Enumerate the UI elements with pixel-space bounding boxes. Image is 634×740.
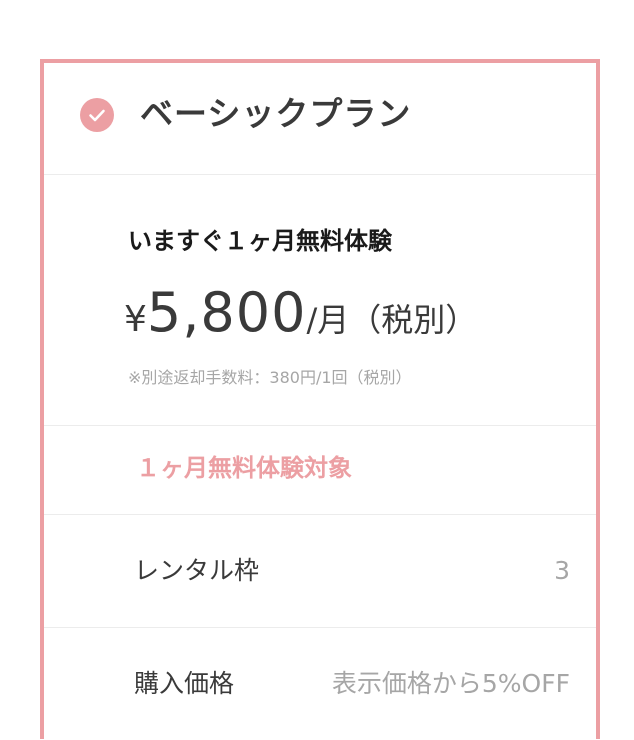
check-circle-icon [80, 98, 114, 132]
spec-row-rental-slots: レンタル枠 3 [44, 515, 596, 628]
price-unit: /月（税別） [306, 301, 478, 339]
spec-value: 3 [554, 556, 570, 585]
currency-symbol: ¥ [124, 299, 147, 340]
price-line: ¥5,800/月（税別） [124, 280, 477, 359]
plan-card[interactable]: ベーシックプラン いますぐ１ヶ月無料体験 ¥5,800/月（税別） ※別途返却手… [40, 59, 600, 739]
price-amount: 5,800 [146, 281, 307, 344]
fee-note: ※別途返却手数料：380円/1回（税別） [128, 368, 412, 387]
trial-label: １ヶ月無料体験対象 [136, 454, 352, 482]
promo-title: いますぐ１ヶ月無料体験 [128, 227, 392, 255]
price-block: いますぐ１ヶ月無料体験 ¥5,800/月（税別） ※別途返却手数料：380円/1… [44, 174, 596, 426]
plan-header[interactable]: ベーシックプラン [44, 63, 596, 175]
spec-value: 表示価格から5%OFF [331, 669, 570, 698]
spec-label: レンタル枠 [134, 556, 260, 585]
plan-name: ベーシックプラン [140, 94, 412, 133]
spec-label: 購入価格 [134, 669, 235, 698]
trial-row: １ヶ月無料体験対象 [44, 425, 596, 515]
spec-row-purchase-price: 購入価格 表示価格から5%OFF [44, 628, 596, 740]
